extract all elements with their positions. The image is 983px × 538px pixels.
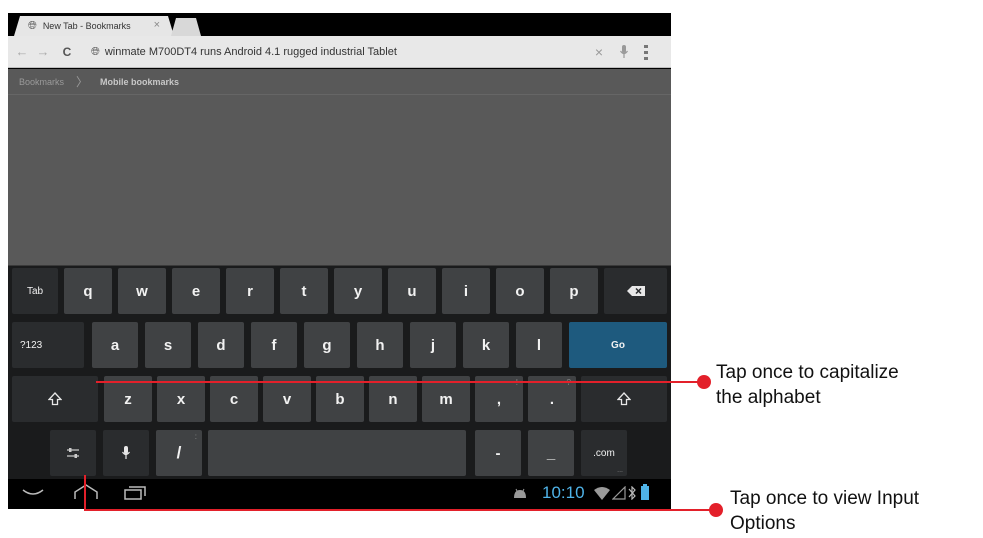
back-icon[interactable]: ← — [13, 44, 31, 59]
breadcrumb-separator: 〉 — [76, 75, 89, 89]
reload-icon[interactable]: C — [58, 45, 76, 59]
tab-title: New Tab - Bookmarks — [42, 21, 131, 31]
tab-close-icon[interactable]: × — [154, 19, 160, 31]
tablet-screen: 🌐︎ New Tab - Bookmarks × ← → C 🌐︎ winmat… — [8, 13, 671, 509]
microphone-icon — [122, 446, 130, 459]
signal-icon — [612, 486, 626, 500]
input-options-callout-text: Tap once to view Input Options — [730, 486, 919, 536]
underscore-key[interactable]: _ — [528, 430, 574, 476]
key-y[interactable]: y — [334, 268, 382, 314]
go-key[interactable]: Go — [569, 322, 667, 368]
new-tab-button[interactable] — [171, 18, 201, 36]
breadcrumb-bookmarks[interactable]: Bookmarks — [19, 77, 64, 87]
key-w[interactable]: w — [118, 268, 166, 314]
wifi-icon — [594, 487, 610, 500]
shift-callout-text: Tap once to capitalize the alphabet — [716, 360, 899, 410]
system-navigation-bar: 10:10 — [8, 479, 671, 509]
key-q[interactable]: q — [64, 268, 112, 314]
recent-apps-icon[interactable] — [124, 486, 146, 500]
shift-callout-dot — [697, 375, 711, 389]
key-r[interactable]: r — [226, 268, 274, 314]
home-icon[interactable] — [74, 484, 98, 500]
dotcom-more-indicator: ... — [617, 467, 623, 474]
key-s[interactable]: s — [145, 322, 191, 368]
breadcrumb: Bookmarks 〉 Mobile bookmarks — [8, 69, 671, 95]
key-u[interactable]: u — [388, 268, 436, 314]
space-bar[interactable] — [208, 430, 466, 476]
shift-callout-line-2: the alphabet — [716, 387, 821, 408]
key-l[interactable]: l — [516, 322, 562, 368]
key-k[interactable]: k — [463, 322, 509, 368]
key-g[interactable]: g — [304, 322, 350, 368]
key-j[interactable]: j — [410, 322, 456, 368]
globe-icon: 🌐︎ — [28, 19, 37, 32]
bookmarks-page: Bookmarks 〉 Mobile bookmarks — [8, 69, 671, 265]
key-h[interactable]: h — [357, 322, 403, 368]
dotcom-key[interactable]: .com ... — [581, 430, 627, 476]
breadcrumb-mobile-bookmarks: Mobile bookmarks — [100, 76, 180, 87]
address-bar[interactable]: 🌐︎ winmate M700DT4 runs Android 4.1 rugg… — [91, 41, 651, 63]
menu-icon[interactable] — [641, 43, 651, 61]
browser-toolbar: ← → C 🌐︎ winmate M700DT4 runs Android 4.… — [8, 36, 671, 68]
shift-icon — [617, 392, 631, 406]
url-text[interactable]: winmate M700DT4 runs Android 4.1 rugged … — [105, 46, 397, 58]
browser-tab[interactable]: 🌐︎ New Tab - Bookmarks × — [14, 16, 174, 36]
browser-tab-strip: 🌐︎ New Tab - Bookmarks × — [8, 13, 671, 36]
settings-sliders-icon — [67, 448, 79, 458]
slash-label: / — [176, 443, 182, 462]
key-d[interactable]: d — [198, 322, 244, 368]
backspace-key[interactable] — [604, 268, 667, 314]
shift-key-left[interactable] — [12, 376, 98, 422]
key-a[interactable]: a — [92, 322, 138, 368]
input-options-callout-vertical — [84, 475, 86, 511]
tab-key[interactable]: Tab — [12, 268, 58, 314]
input-options-callout-line-2: Options — [730, 513, 796, 534]
hide-keyboard-icon[interactable] — [22, 489, 44, 497]
backspace-icon — [626, 286, 645, 296]
input-options-callout-line — [84, 509, 718, 511]
input-options-callout-line-1: Tap once to view Input — [730, 488, 920, 509]
slash-key[interactable]: / : — [156, 430, 202, 476]
slash-hint: : — [194, 432, 197, 441]
input-options-callout-dot — [709, 503, 723, 517]
symbols-key[interactable]: ?123 — [12, 322, 84, 368]
status-clock: 10:10 — [542, 483, 585, 502]
dotcom-label: .com — [593, 447, 615, 459]
android-debug-icon — [514, 488, 526, 498]
dash-key[interactable]: - — [475, 430, 521, 476]
bluetooth-icon — [628, 486, 636, 500]
key-p[interactable]: p — [550, 268, 598, 314]
comma-label: , — [496, 390, 502, 408]
shift-icon — [48, 392, 62, 406]
key-i[interactable]: i — [442, 268, 490, 314]
battery-icon — [641, 484, 649, 500]
voice-input-key[interactable] — [103, 430, 149, 476]
clear-icon[interactable]: × — [595, 44, 603, 60]
key-f[interactable]: f — [251, 322, 297, 368]
key-e[interactable]: e — [172, 268, 220, 314]
key-o[interactable]: o — [496, 268, 544, 314]
shift-callout-line — [96, 381, 704, 383]
forward-icon[interactable]: → — [34, 44, 52, 59]
microphone-icon[interactable] — [619, 44, 629, 60]
key-t[interactable]: t — [280, 268, 328, 314]
input-options-key[interactable] — [50, 430, 96, 476]
period-label: . — [549, 390, 555, 408]
shift-callout-line-1: Tap once to capitalize — [716, 362, 899, 383]
soft-keyboard: Tab q w e r t y u i o p ?123 a s d f g h… — [8, 265, 671, 479]
globe-icon: 🌐︎ — [91, 45, 100, 58]
